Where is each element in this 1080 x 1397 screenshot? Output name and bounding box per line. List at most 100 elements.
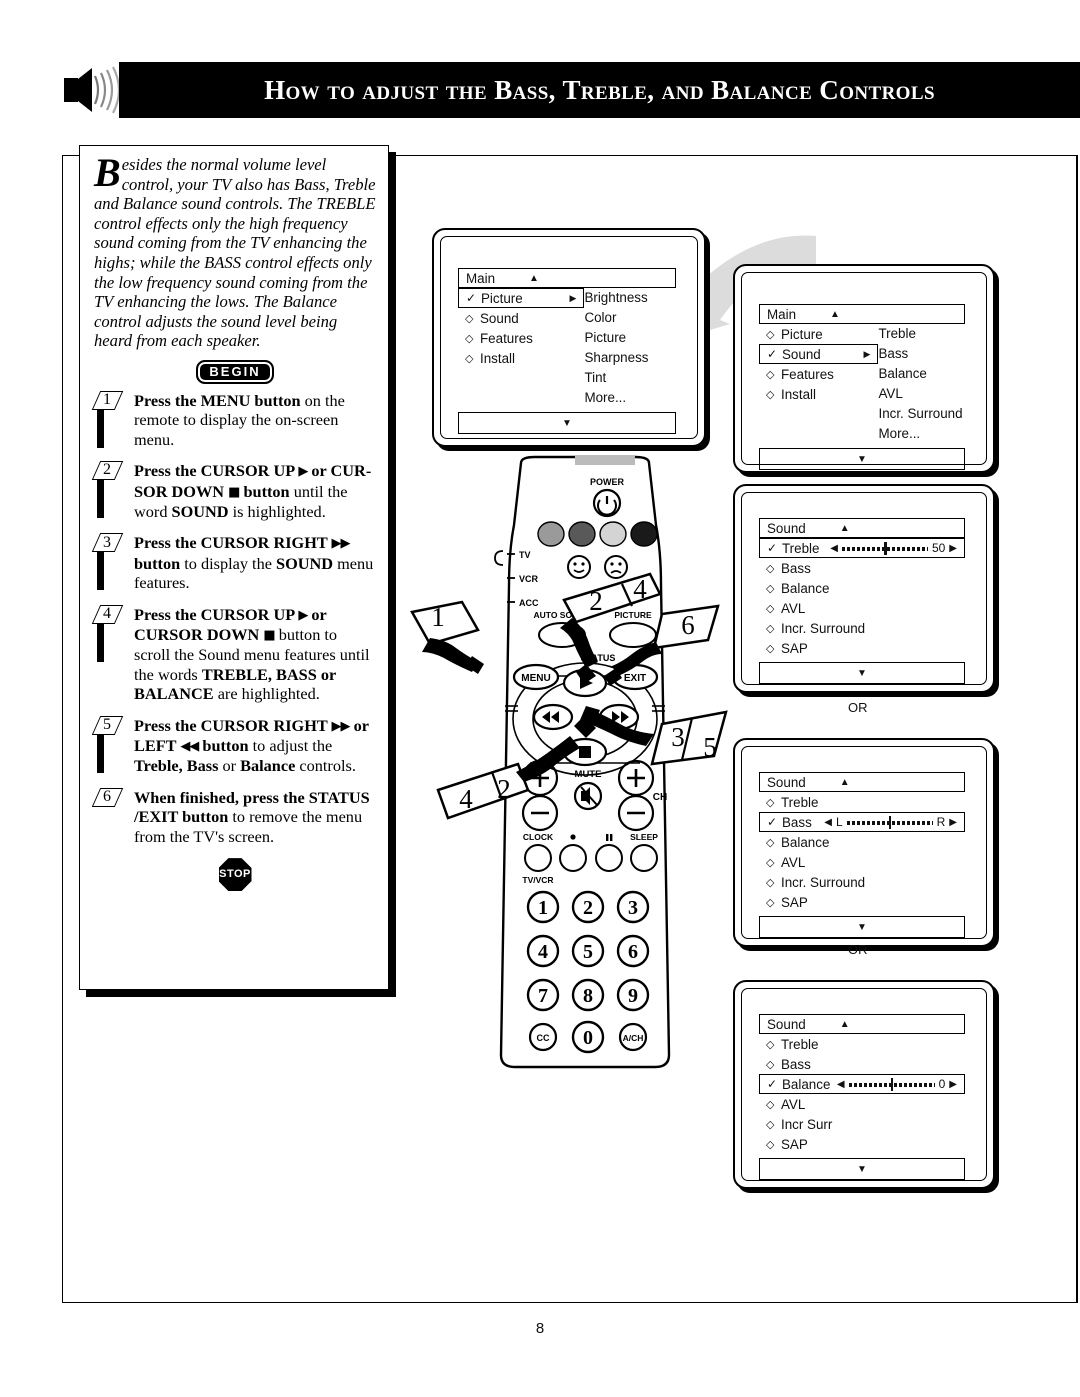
check-icon: ✓ (767, 347, 778, 361)
slider-knob[interactable] (884, 541, 887, 555)
slider-track[interactable] (848, 1077, 935, 1091)
osd-submenu-item[interactable]: AVL (878, 384, 965, 404)
osd-item-list: ◇ Picture ✓ Sound ▶ ◇ Features ◇ Install (759, 324, 879, 444)
osd-submenu-item[interactable]: Tint (584, 368, 676, 388)
scroll-up-icon[interactable]: ▲ (840, 777, 850, 788)
osd-item-avl[interactable]: ◇ AVL (759, 598, 965, 618)
osd-title-text: Sound (767, 1016, 806, 1032)
step-connector (97, 409, 104, 448)
osd-submenu-item[interactable]: Brightness (584, 288, 676, 308)
osd-item-sap[interactable]: ◇ SAP (759, 892, 965, 912)
osd-item-list: ◇ Treble ◇ Bass ✓ Balance ◀ 0 ▶ ◇ AVL ◇ Incr Surr ◇ SA… (759, 1034, 965, 1154)
osd-item-features[interactable]: ◇ Features (458, 328, 584, 348)
scroll-down-bar[interactable]: ▼ (759, 916, 965, 938)
callout-5-label: 5 (703, 732, 717, 762)
scroll-down-bar[interactable]: ▼ (759, 1158, 965, 1180)
osd-item-label: AVL (781, 600, 806, 616)
slider-knob[interactable] (888, 815, 892, 829)
osd-item-picture[interactable]: ◇ Picture (759, 324, 878, 344)
osd-submenu-item[interactable]: Sharpness (584, 348, 676, 368)
osd-slider[interactable]: ◀ L R ▶ (824, 815, 957, 829)
osd-item-bass[interactable]: ✓ Bass ◀ L R ▶ (759, 812, 965, 832)
diamond-icon: ◇ (766, 856, 775, 869)
osd-slider[interactable]: ◀ 50 ▶ (830, 541, 957, 555)
osd-item-avl[interactable]: ◇ AVL (759, 852, 965, 872)
diamond-icon: ◇ (766, 368, 775, 381)
osd-item-install[interactable]: ◇ Install (458, 348, 584, 368)
diamond-icon: ◇ (766, 1098, 775, 1111)
instruction-box: Besides the normal volume level control,… (79, 145, 389, 990)
osd-item-treble[interactable]: ✓ Treble ◀ 50 ▶ (759, 538, 965, 558)
osd-submenu-item[interactable]: Color (584, 308, 676, 328)
slider-track[interactable] (841, 541, 928, 555)
osd-item-sound[interactable]: ✓ Sound ▶ (759, 344, 879, 364)
osd-submenu-list: Brightness Color Picture Sharpness Tint More.… (584, 288, 676, 408)
scroll-up-icon[interactable]: ▲ (840, 1019, 850, 1030)
callout-4-2-bottom: 4 2 (436, 716, 596, 820)
step-number-3: 3 (94, 532, 128, 552)
osd-item-picture[interactable]: ✓ Picture ▶ (458, 288, 585, 308)
svg-text:4: 4 (538, 941, 548, 963)
osd-columns: ✓ Picture ▶ ◇ Sound ◇ Features ◇ Install Brightne… (458, 288, 676, 408)
slider-right-arrow-icon[interactable]: ▶ (949, 1079, 957, 1090)
osd-item-sap[interactable]: ◇ SAP (759, 638, 965, 658)
steps-list: 1 Press the MENU button on the remote to … (94, 391, 376, 846)
osd-item-sound[interactable]: ◇ Sound (458, 308, 584, 328)
slider-left-arrow-icon[interactable]: ◀ (824, 817, 832, 828)
osd-submenu-item[interactable]: More... (584, 388, 676, 408)
osd-item-balance[interactable]: ◇ Balance (759, 578, 965, 598)
osd-submenu-item[interactable]: Treble (878, 324, 965, 344)
osd-item-install[interactable]: ◇ Install (759, 384, 878, 404)
osd-item-treble[interactable]: ◇ Treble (759, 1034, 965, 1054)
slider-knob[interactable] (890, 1077, 894, 1091)
osd-submenu-item[interactable]: Bass (878, 344, 965, 364)
slider-right-arrow-icon[interactable]: ▶ (949, 817, 957, 828)
svg-text:6: 6 (628, 941, 638, 963)
osd-item-incr-surr[interactable]: ◇ Incr Surr (759, 1114, 965, 1134)
scroll-up-icon[interactable]: ▲ (830, 309, 840, 320)
slider-left-arrow-icon[interactable]: ◀ (837, 1079, 845, 1090)
scroll-up-icon[interactable]: ▲ (529, 273, 539, 284)
osd-item-balance[interactable]: ✓ Balance ◀ 0 ▶ (759, 1074, 965, 1094)
diamond-icon: ◇ (766, 328, 775, 341)
step-number-2: 2 (94, 460, 128, 480)
step-text: Press the MENU button on the remote to d… (134, 390, 345, 449)
slider-left-arrow-icon[interactable]: ◀ (830, 543, 838, 554)
callout-4-bottom-label: 4 (459, 784, 473, 814)
osd-item-features[interactable]: ◇ Features (759, 364, 878, 384)
osd-item-label: SAP (781, 640, 808, 656)
osd-item-avl[interactable]: ◇ AVL (759, 1094, 965, 1114)
slider-right-arrow-icon[interactable]: ▶ (949, 543, 957, 554)
diamond-icon: ◇ (766, 562, 775, 575)
osd-item-treble[interactable]: ◇ Treble (759, 792, 965, 812)
slider-suffix: R (936, 815, 946, 829)
osd-item-balance[interactable]: ◇ Balance (759, 832, 965, 852)
step-4: 4 Press the CURSOR UP ▶ or CURSOR DOWN ■ … (94, 605, 376, 704)
diamond-icon: ◇ (465, 332, 474, 345)
osd-item-sap[interactable]: ◇ SAP (759, 1134, 965, 1154)
scroll-down-bar[interactable]: ▼ (458, 412, 676, 434)
osd-submenu-item[interactable]: Incr. Surround (878, 404, 965, 424)
callout-6: 6 (604, 604, 720, 686)
osd-item-incr-surround[interactable]: ◇ Incr. Surround (759, 618, 965, 638)
scroll-down-bar[interactable]: ▼ (759, 662, 965, 684)
stop-wrapper: STOP (94, 858, 376, 892)
osd-item-bass[interactable]: ◇ Bass (759, 1054, 965, 1074)
osd-submenu-item[interactable]: More... (878, 424, 965, 444)
scroll-down-bar[interactable]: ▼ (759, 448, 965, 470)
slider-track[interactable] (846, 815, 933, 829)
callout-2-4-top: 2 4 (560, 572, 662, 684)
osd-submenu-item[interactable]: Balance (878, 364, 965, 384)
osd-slider[interactable]: ◀ 0 ▶ (837, 1077, 957, 1091)
osd-item-incr-surround[interactable]: ◇ Incr. Surround (759, 872, 965, 892)
step-2: 2 Press the CURSOR UP ▶ or CUR-SOR DOWN ■… (94, 461, 376, 521)
osd-menu: Sound ▲ ✓ Treble ◀ 50 ▶ ◇ Bass ◇ Balance ◇ AVL ◇ Incr.… (759, 518, 965, 684)
osd-item-bass[interactable]: ◇ Bass (759, 558, 965, 578)
diamond-icon: ◇ (766, 896, 775, 909)
tv-screen-main-picture: Main ▲ ✓ Picture ▶ ◇ Sound ◇ Features ◇ Install Bri… (432, 228, 706, 447)
slider-value: 0 (938, 1077, 946, 1091)
osd-submenu-item[interactable]: Picture (584, 328, 676, 348)
scroll-up-icon[interactable]: ▲ (840, 523, 850, 534)
diamond-icon: ◇ (766, 876, 775, 889)
diamond-icon: ◇ (465, 312, 474, 325)
